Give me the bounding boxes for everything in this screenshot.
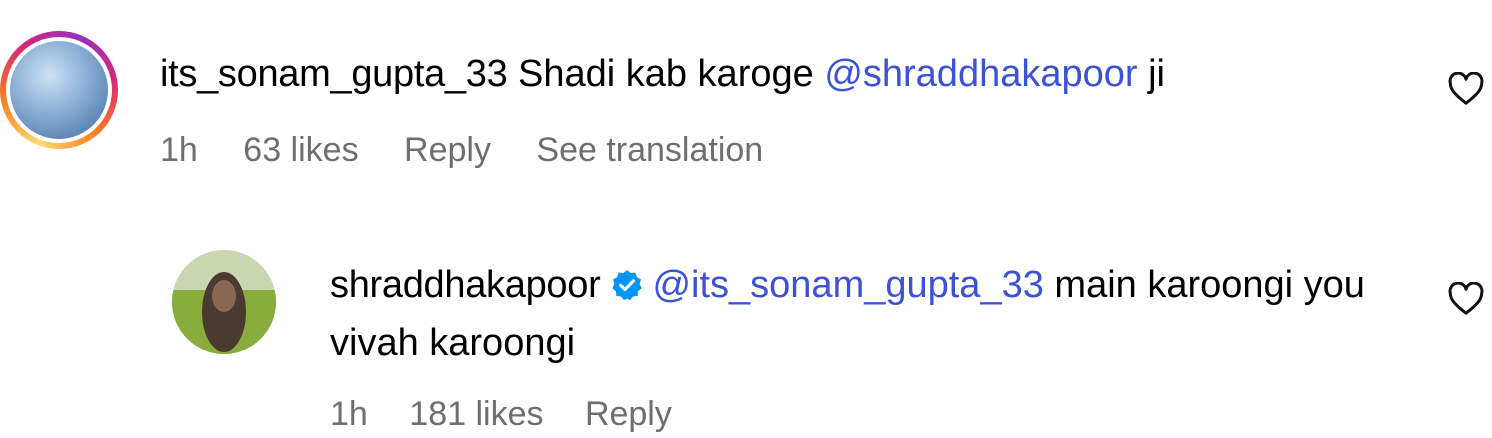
heart-outline-icon[interactable]	[1448, 282, 1484, 316]
comment-meta: 1h 63 likes Reply See translation	[160, 126, 799, 174]
see-translation-button[interactable]: See translation	[536, 131, 763, 169]
reply-time[interactable]: 1h	[330, 395, 368, 433]
verified-badge-icon	[612, 270, 643, 301]
reply-likes[interactable]: 181 likes	[409, 395, 543, 433]
comment-text-line: its_sonam_gupta_33 Shadi kab karoge @shr…	[160, 46, 1165, 102]
reply-username[interactable]: shraddhakapoor	[330, 264, 601, 306]
avatar-photo	[172, 250, 276, 354]
comment-time[interactable]: 1h	[160, 131, 198, 169]
comment-likes[interactable]: 63 likes	[243, 131, 358, 169]
reply-text-block: shraddhakapoor @its_sonam_gupta_33 main …	[330, 256, 1370, 372]
comment-mention[interactable]: @shraddhakapoor	[824, 53, 1137, 95]
reply-comment-item: shraddhakapoor @its_sonam_gupta_33 main …	[0, 230, 1492, 433]
avatar[interactable]	[172, 250, 276, 354]
heart-outline-icon[interactable]	[1448, 72, 1484, 106]
avatar[interactable]	[10, 41, 108, 139]
reply-button[interactable]: Reply	[585, 395, 672, 433]
avatar-story-ring[interactable]	[0, 31, 118, 149]
reply-meta: 1h 181 likes Reply	[330, 390, 704, 438]
comment-username[interactable]: its_sonam_gupta_33	[160, 53, 508, 95]
reply-mention[interactable]: @its_sonam_gupta_33	[652, 264, 1043, 306]
reply-button[interactable]: Reply	[404, 131, 491, 169]
avatar-ring-gap	[6, 37, 112, 143]
comment-item: its_sonam_gupta_33 Shadi kab karoge @shr…	[0, 0, 1492, 200]
comment-text-after: ji	[1148, 53, 1165, 95]
comment-text: Shadi kab karoge	[517, 53, 814, 95]
